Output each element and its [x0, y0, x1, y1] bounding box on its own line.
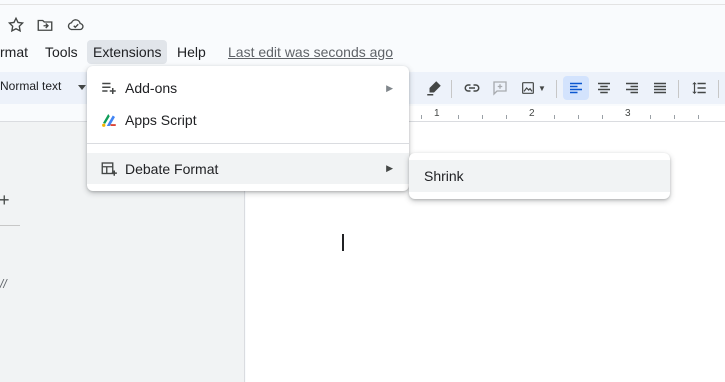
submenu-item-shrink[interactable]: Shrink — [409, 160, 670, 192]
move-to-folder-icon[interactable] — [35, 15, 55, 35]
ruler-tick — [674, 115, 675, 119]
justify-icon[interactable] — [647, 76, 673, 100]
menu-item-label: Debate Format — [125, 160, 219, 177]
ruler-tick — [698, 115, 699, 119]
menu-item-label: Add-ons — [125, 80, 178, 96]
divider — [718, 80, 719, 98]
menu-bar: rmat Tools Extensions Help Last edit was… — [0, 40, 725, 64]
ruler-number: 1 — [434, 108, 440, 119]
ruler-tick — [421, 115, 422, 119]
divider — [0, 4, 725, 5]
menu-format[interactable]: rmat — [0, 40, 34, 64]
ruler-tick — [554, 115, 555, 119]
ruler-tick — [650, 115, 651, 119]
menu-extensions[interactable]: Extensions — [87, 40, 168, 64]
apps-script-icon — [99, 110, 119, 130]
submenu-item-label: Shrink — [424, 168, 464, 184]
cloud-saved-icon[interactable] — [66, 15, 86, 35]
menu-item-debate-format[interactable]: Debate Format ▶ — [87, 153, 409, 184]
star-icon[interactable] — [6, 15, 26, 35]
menu-help[interactable]: Help — [171, 40, 212, 64]
add-tab-icon[interactable]: + — [0, 190, 10, 211]
align-center-icon[interactable] — [591, 76, 617, 100]
divider — [556, 80, 557, 98]
submenu-arrow-icon: ▶ — [386, 163, 393, 173]
align-right-icon[interactable] — [619, 76, 645, 100]
last-edit-link[interactable]: Last edit was seconds ago — [228, 40, 393, 64]
ruler-number: 2 — [529, 108, 535, 119]
menu-divider — [87, 143, 409, 144]
chevron-down-icon[interactable] — [78, 85, 86, 90]
ruler-tick — [602, 115, 603, 119]
debate-format-submenu: Shrink — [409, 153, 670, 199]
insert-image-icon[interactable]: ▼ — [515, 76, 551, 100]
add-ons-icon — [99, 78, 119, 98]
divider — [451, 80, 452, 98]
menu-tools[interactable]: Tools — [39, 40, 84, 64]
align-left-icon[interactable] — [563, 76, 589, 100]
ruler-tick — [506, 115, 507, 119]
insert-link-icon[interactable] — [459, 76, 485, 100]
paragraph-style-select[interactable]: Normal text — [0, 79, 61, 93]
title-bar — [0, 0, 725, 40]
add-on-table-icon — [99, 159, 119, 179]
ruler-number: 3 — [625, 108, 631, 119]
menu-item-label: Apps Script — [125, 112, 197, 128]
divider — [678, 80, 679, 98]
ruler-tick — [458, 115, 459, 119]
text-cursor — [342, 234, 344, 251]
highlighter-icon[interactable] — [421, 76, 447, 100]
add-comment-icon[interactable] — [487, 76, 513, 100]
menu-item-apps-script[interactable]: Apps Script — [87, 105, 409, 135]
submenu-arrow-icon: ▶ — [386, 82, 393, 93]
outline-note: // — [0, 277, 7, 291]
extensions-menu: Add-ons ▶ Apps Script Debate Format ▶ — [87, 66, 409, 191]
ruler-tick — [578, 115, 579, 119]
line-spacing-icon[interactable] — [686, 76, 712, 100]
divider — [0, 225, 20, 226]
ruler-tick — [482, 115, 483, 119]
menu-item-add-ons[interactable]: Add-ons ▶ — [87, 73, 409, 103]
